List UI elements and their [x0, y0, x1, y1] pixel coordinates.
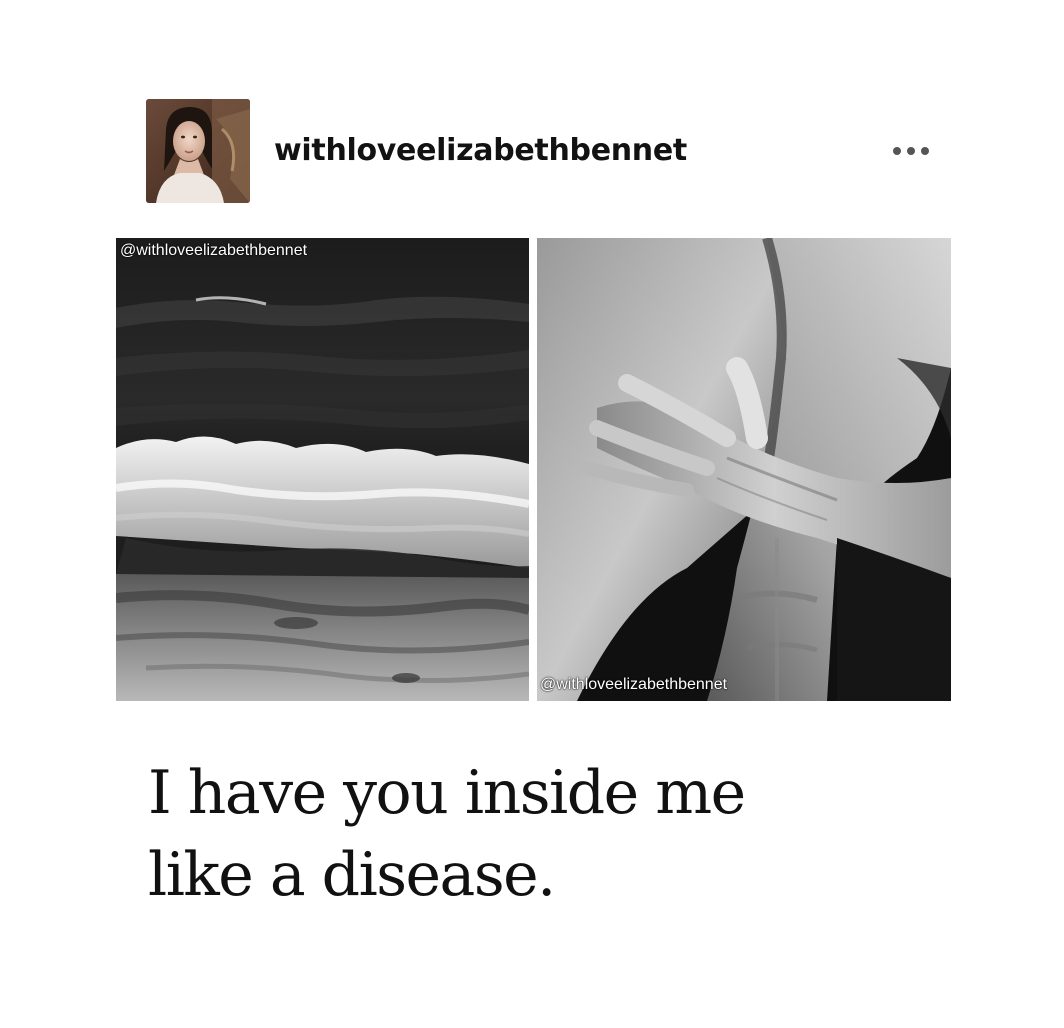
author-username[interactable]: withloveelizabethbennet: [274, 131, 687, 171]
post-card: withloveelizabethbennet @withloveelizabe…: [0, 0, 1064, 1028]
photo-embrace[interactable]: @withloveelizabethbennet: [537, 238, 951, 701]
ocean-waves-image: [116, 238, 529, 701]
post-caption: I have you inside me like a disease.: [148, 752, 1028, 916]
embrace-image: [537, 238, 951, 701]
author-avatar[interactable]: [146, 99, 250, 203]
photo-watermark: @withloveelizabethbennet: [120, 242, 308, 259]
caption-line: like a disease.: [148, 840, 556, 910]
photo-ocean-waves[interactable]: @withloveelizabethbennet: [116, 238, 529, 701]
more-options-icon: [893, 147, 929, 155]
more-options-button[interactable]: [884, 134, 938, 168]
photo-watermark: @withloveelizabethbennet: [540, 676, 728, 693]
portrait-avatar-icon: [146, 99, 250, 203]
caption-line: I have you inside me: [148, 758, 746, 828]
